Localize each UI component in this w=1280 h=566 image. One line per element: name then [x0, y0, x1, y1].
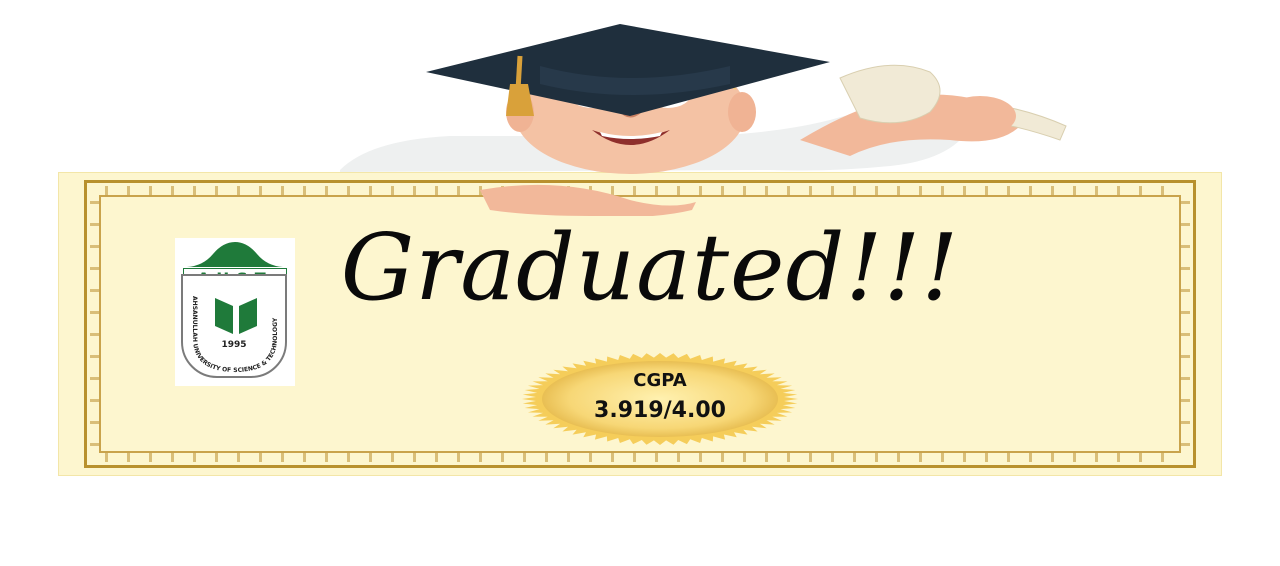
border-ornament-right — [1180, 201, 1190, 447]
svg-text:AHSANULLAH UNIVERSITY OF SCIEN: AHSANULLAH UNIVERSITY OF SCIENCE & TECHN… — [191, 296, 279, 374]
seal-label: CGPA — [633, 370, 687, 391]
logo-arc-text: AHSANULLAH UNIVERSITY OF SCIENCE & TECHN… — [191, 296, 279, 374]
certificate-title: Graduated!!! — [340, 214, 960, 321]
logo-roof-icon — [187, 242, 283, 267]
university-logo: AUST 1995 AHSANULLAH UNIVERSITY OF SCIEN… — [175, 238, 295, 386]
border-ornament-left — [90, 201, 100, 447]
border-ornament-bottom — [105, 452, 1175, 462]
gpa-seal: CGPA 3.919/4.00 — [520, 352, 800, 446]
graduate-cartoon-icon — [340, 24, 1067, 216]
certificate-banner: AUST 1995 AHSANULLAH UNIVERSITY OF SCIEN… — [58, 172, 1222, 476]
seal-value: 3.919/4.00 — [594, 398, 726, 423]
